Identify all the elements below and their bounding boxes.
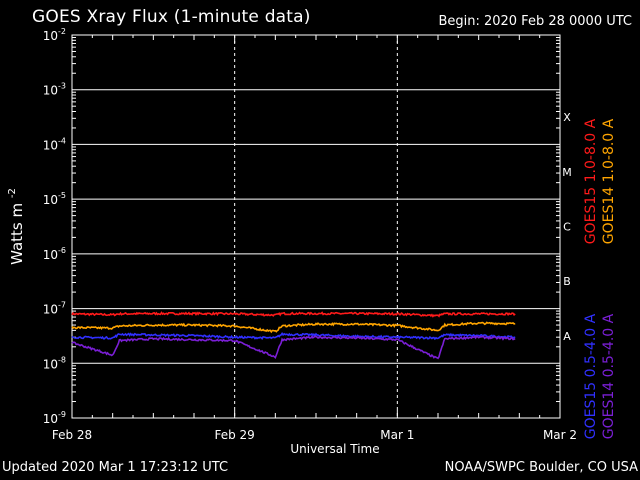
legend-entry: GOES15 0.5-4.0 A (583, 313, 599, 439)
chart-title: GOES Xray Flux (1-minute data) (32, 7, 311, 27)
plot-frame (71, 34, 561, 419)
x-tick-label: Mar 2 (543, 428, 577, 442)
legend-entry: GOES15 1.0-8.0 A (583, 118, 599, 244)
legend-entry: GOES14 0.5-4.0 A (601, 313, 617, 439)
flare-class-label: X (563, 111, 571, 124)
y-tick-label: 10-5 (43, 191, 66, 207)
begin-time-label: Begin: 2020 Feb 28 0000 UTC (438, 14, 632, 29)
updated-timestamp: Updated 2020 Mar 1 17:23:12 UTC (2, 460, 229, 475)
credit-label: NOAA/SWPC Boulder, CO USA (444, 460, 638, 475)
x-axis-title: Universal Time (290, 442, 380, 456)
flare-class-label: M (562, 166, 572, 179)
legend-entry: GOES14 1.0-8.0 A (601, 118, 617, 244)
series-line-1 (71, 311, 516, 318)
x-tick-label: Mar 1 (380, 428, 414, 442)
flare-class-label: C (563, 221, 571, 234)
y-tick-label: 10-8 (43, 355, 66, 371)
y-tick-label: 10-2 (43, 27, 66, 43)
y-tick-label: 10-7 (43, 301, 66, 317)
y-tick-label: 10-9 (43, 410, 66, 426)
flare-class-label: A (563, 330, 571, 343)
series-line-4 (71, 335, 516, 360)
x-tick-label: Feb 29 (214, 428, 254, 442)
y-tick-label: 10-4 (43, 136, 66, 152)
y-axis-title: Watts m -2 (7, 188, 26, 265)
y-tick-label: 10-6 (43, 246, 66, 262)
flare-class-label: B (563, 275, 571, 288)
x-tick-label: Feb 28 (52, 428, 92, 442)
series-line-2 (71, 321, 516, 334)
xray-flux-chart: 10-9 10-8 10-7 10-6 10-5 10-4 10-3 10-2 A B C M X Feb… (7, 27, 617, 442)
y-tick-label: 10-3 (43, 82, 66, 98)
